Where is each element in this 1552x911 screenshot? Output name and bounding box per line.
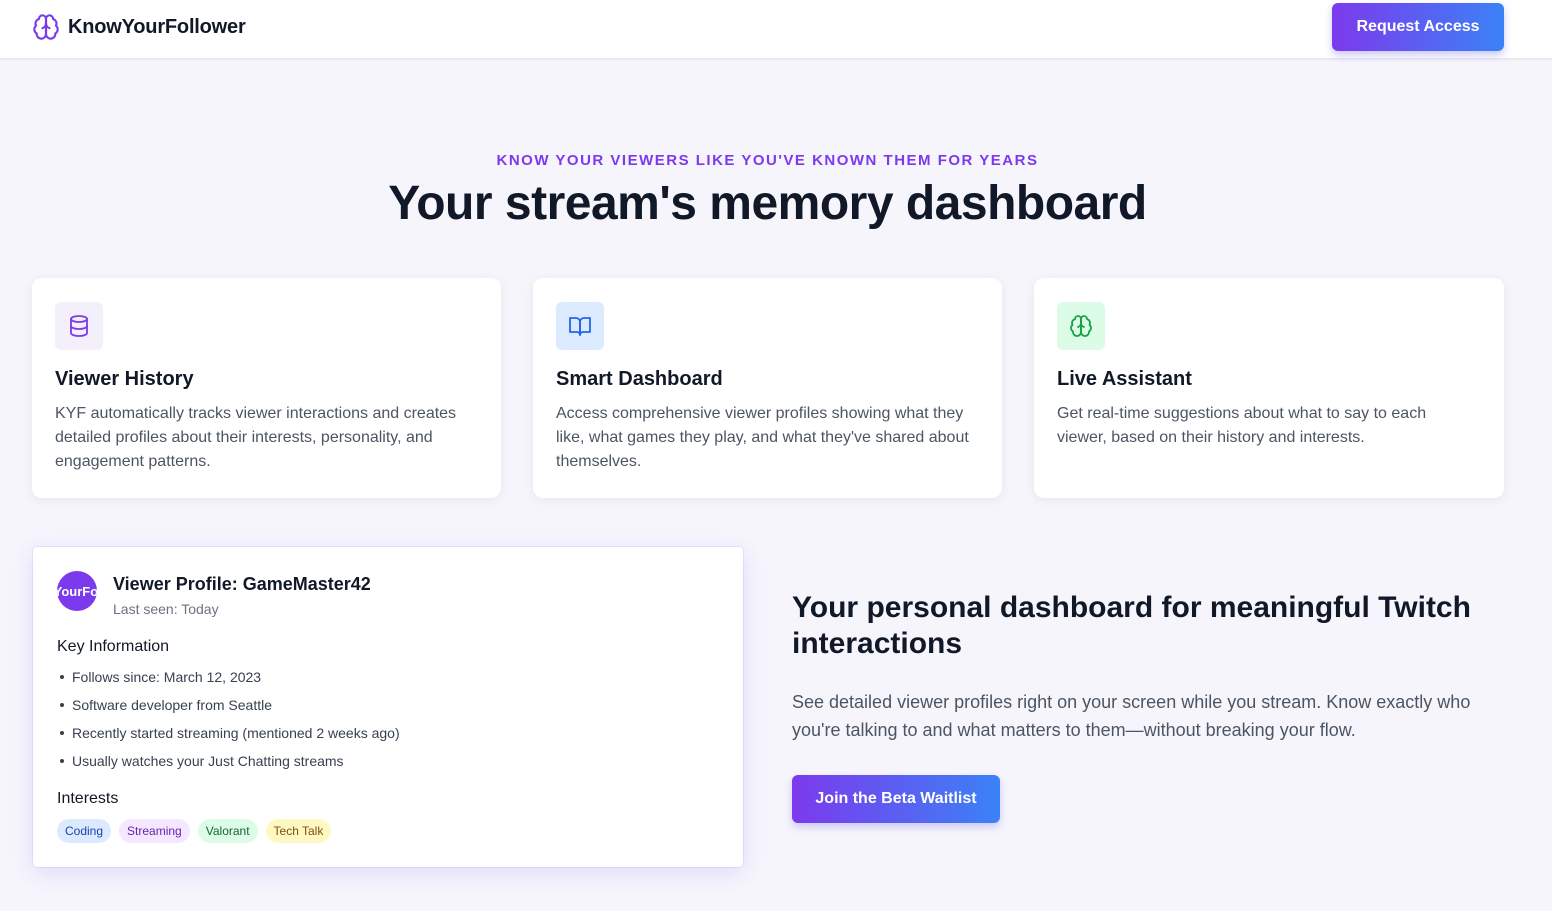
- brand-logo[interactable]: KnowYourFollower: [32, 13, 246, 41]
- feature-card-viewer-history: Viewer History KYF automatically tracks …: [32, 278, 501, 498]
- pitch-description: See detailed viewer profiles right on yo…: [792, 692, 1471, 740]
- list-item: Usually watches your Just Chatting strea…: [57, 750, 400, 778]
- brain-icon: [1057, 302, 1105, 350]
- key-info-heading: Key Information: [57, 638, 170, 655]
- feature-title: Smart Dashboard: [556, 368, 723, 390]
- join-beta-waitlist-button[interactable]: Join the Beta Waitlist: [792, 775, 1000, 823]
- interest-tag: Coding: [57, 819, 112, 843]
- feature-card-live-assistant: Live Assistant Get real-time suggestions…: [1034, 278, 1504, 498]
- top-nav: KnowYourFollower Request Access: [0, 0, 1552, 59]
- interest-tag: Streaming: [119, 819, 190, 843]
- hero-title: Your stream's memory dashboard: [388, 177, 1147, 230]
- interest-tag: Valorant: [197, 819, 258, 843]
- list-item: Follows since: March 12, 2023: [57, 666, 400, 694]
- avatar-text: KnowYourFollower: [57, 583, 97, 599]
- avatar: KnowYourFollower: [57, 571, 97, 611]
- brand-name: KnowYourFollower: [68, 15, 246, 38]
- brain-icon: [32, 13, 60, 41]
- feature-description: Get real-time suggestions about what to …: [1057, 405, 1427, 446]
- profile-last-seen: Last seen: Today: [113, 601, 219, 617]
- book-open-icon: [556, 302, 604, 350]
- viewer-profile-card: KnowYourFollower Viewer Profile: GameMas…: [33, 547, 743, 867]
- feature-description: Access comprehensive viewer profiles sho…: [556, 405, 969, 470]
- feature-card-smart-dashboard: Smart Dashboard Access comprehensive vie…: [533, 278, 1002, 498]
- hero-eyebrow: KNOW YOUR VIEWERS LIKE YOU'VE KNOWN THEM…: [496, 152, 1039, 169]
- feature-title: Live Assistant: [1057, 368, 1192, 390]
- feature-description: KYF automatically tracks viewer interact…: [55, 405, 457, 470]
- interest-tag: Tech Talk: [265, 819, 332, 843]
- database-icon: [55, 302, 103, 350]
- list-item: Recently started streaming (mentioned 2 …: [57, 722, 400, 750]
- pitch-title: Your personal dashboard for meaningful T…: [792, 591, 1471, 660]
- feature-title: Viewer History: [55, 368, 194, 390]
- key-info-list: Follows since: March 12, 2023 Software d…: [57, 666, 400, 778]
- request-access-button[interactable]: Request Access: [1332, 3, 1504, 51]
- profile-name: Viewer Profile: GameMaster42: [113, 574, 371, 594]
- interests-heading: Interests: [57, 790, 119, 807]
- list-item: Software developer from Seattle: [57, 694, 400, 722]
- interest-tags: Coding Streaming Valorant Tech Talk: [57, 819, 339, 843]
